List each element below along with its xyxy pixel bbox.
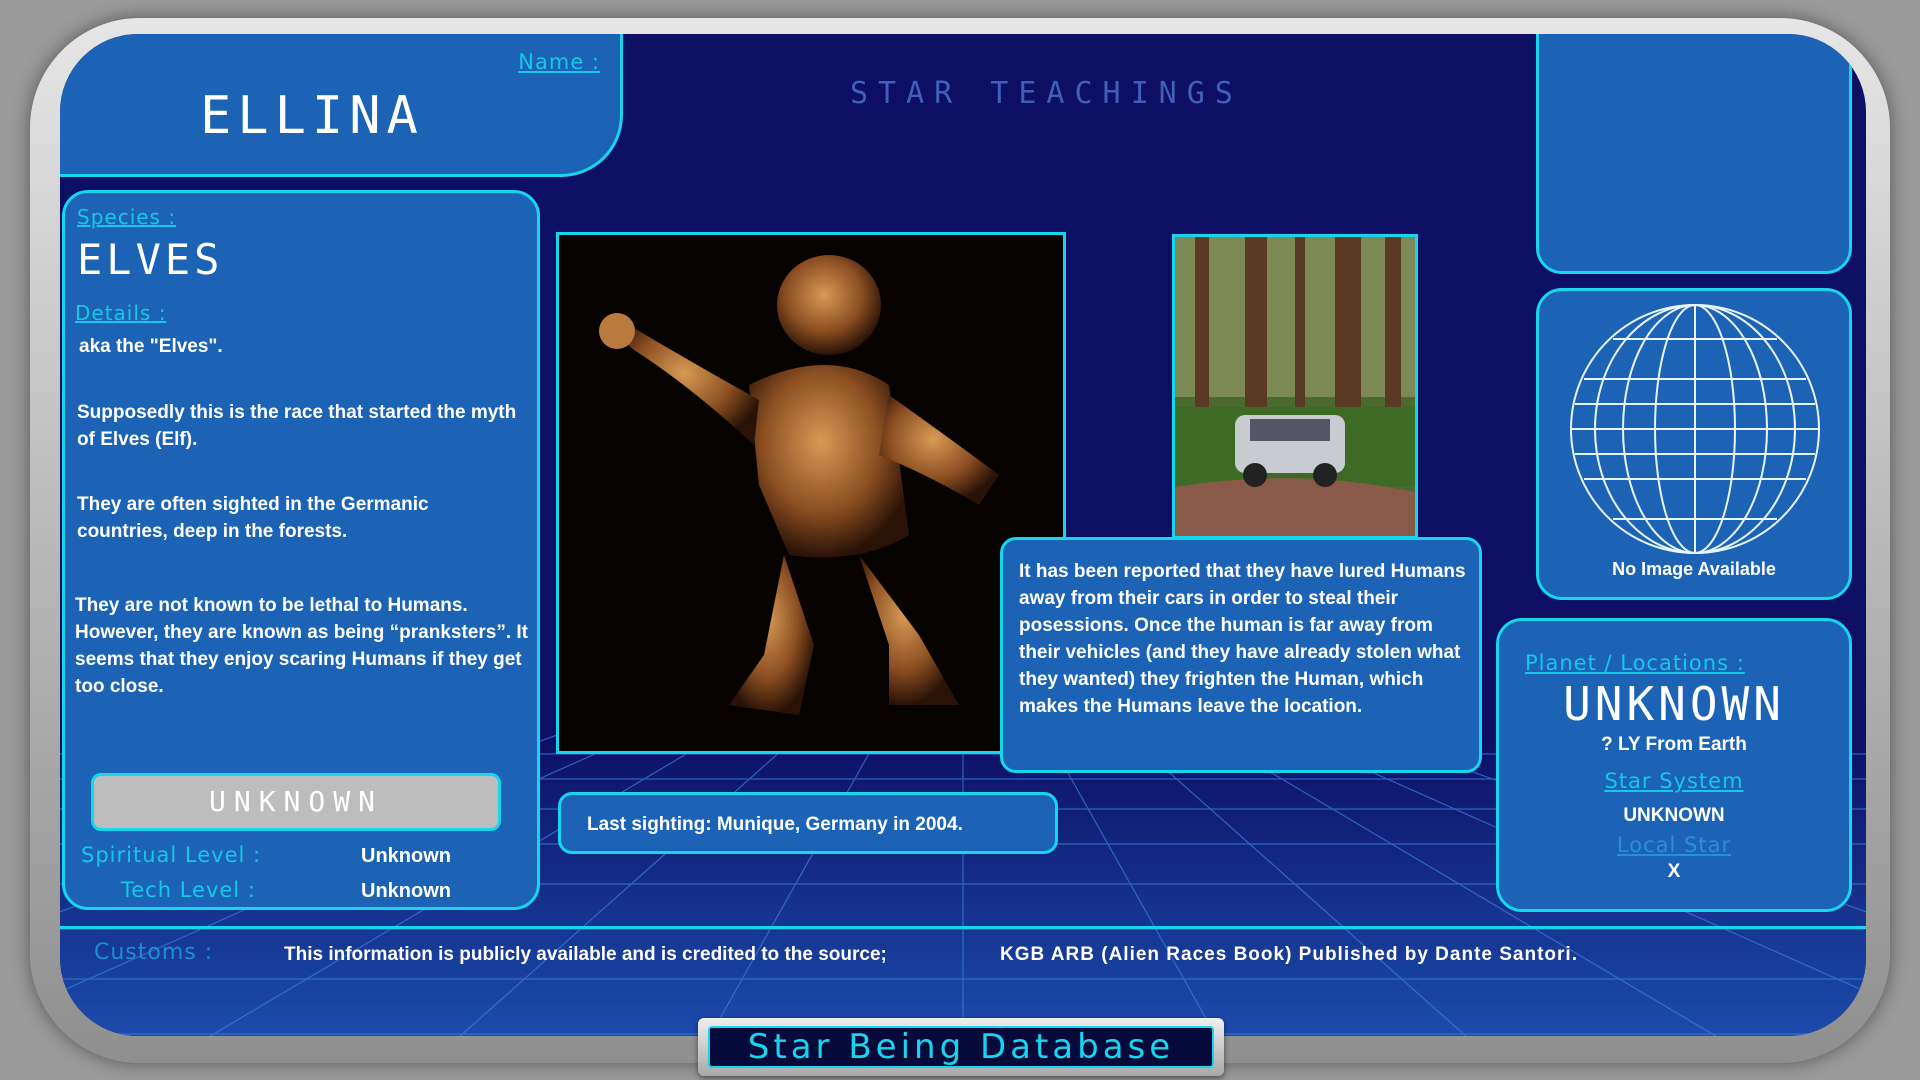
detail-paragraph: They are often sighted in the Germanic c… — [77, 494, 429, 542]
local-star-label: Local Star — [1616, 833, 1732, 857]
species-value: ELVES — [77, 235, 224, 284]
source-credit-text: This information is publicly available a… — [284, 944, 887, 965]
star-system-value: UNKNOWN — [1623, 805, 1725, 826]
database-title: Star Being Database — [708, 1026, 1214, 1068]
spiritual-level-value: Unknown — [361, 845, 451, 867]
detail-paragraph: aka the "Elves". — [79, 336, 223, 357]
distance-from-earth: ? LY From Earth — [1601, 734, 1747, 755]
customs-divider — [60, 926, 1866, 929]
planet-location-panel: Planet / Locations : UNKNOWN ? LY From E… — [1496, 618, 1852, 912]
detail-paragraph: They are not known to be lethal to Human… — [75, 595, 528, 697]
tech-level-value: Unknown — [361, 880, 451, 902]
database-title-badge: Star Being Database — [698, 1018, 1224, 1076]
spiritual-level-label: Spiritual Level : — [81, 843, 262, 867]
portrait-placeholder-panel — [1536, 34, 1852, 274]
source-credit-name: KGB ARB (Alien Races Book) Published by … — [1000, 944, 1578, 965]
last-sighting-panel: Last sighting: Munique, Germany in 2004. — [558, 792, 1058, 854]
status-unknown-button[interactable]: UNKNOWN — [91, 773, 501, 831]
app-title: STAR TEACHINGS — [850, 76, 1243, 111]
local-star-value: X — [1667, 861, 1681, 882]
planet-location-value: UNKNOWN — [1563, 677, 1785, 731]
details-label: Details : — [75, 301, 167, 325]
species-label: Species : — [77, 205, 177, 229]
detail-paragraph: Supposedly this is the race that started… — [77, 402, 517, 450]
report-panel: It has been reported that they have lure… — [1000, 537, 1482, 773]
globe-icon — [1570, 304, 1820, 554]
species-artifact-image — [556, 232, 1066, 754]
tech-level-label: Tech Level : — [121, 878, 256, 902]
globe-panel: No Image Available — [1536, 288, 1852, 600]
last-sighting-text: Last sighting: Munique, Germany in 2004. — [587, 814, 963, 835]
character-name: ELLINA — [200, 86, 424, 146]
database-screen: STAR TEACHINGS Name : ELLINA Species : E… — [60, 34, 1866, 1036]
report-text: It has been reported that they have lure… — [1019, 561, 1466, 717]
statue-figure-image — [559, 235, 1063, 751]
forest-scene-image — [1175, 237, 1415, 536]
forest-car-photo — [1172, 234, 1418, 539]
customs-label: Customs : — [94, 940, 214, 965]
star-system-label: Star System — [1604, 769, 1744, 793]
name-panel: Name : ELLINA — [60, 34, 623, 177]
name-label: Name : — [518, 50, 600, 74]
planet-location-label: Planet / Locations : — [1525, 651, 1745, 675]
no-image-caption: No Image Available — [1612, 559, 1776, 579]
species-panel: Species : ELVES Details : aka the "Elves… — [62, 190, 540, 910]
